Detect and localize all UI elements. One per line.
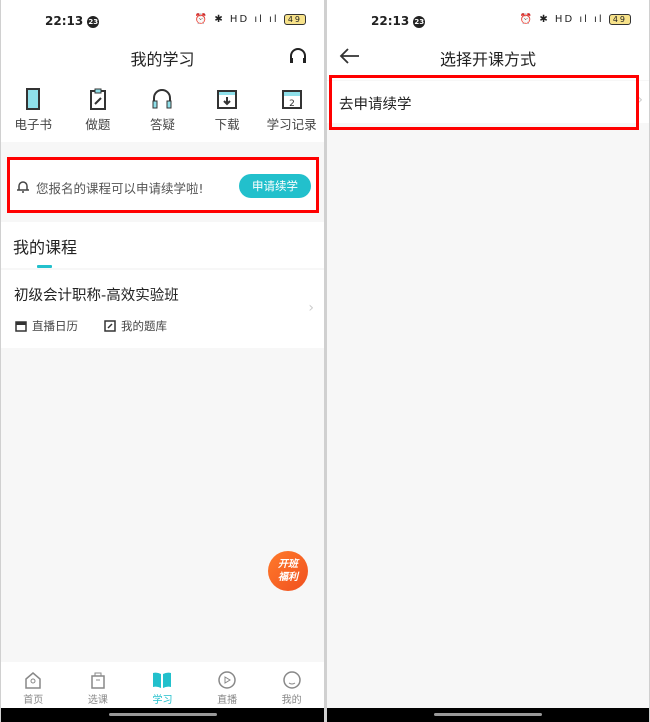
apply-renewal-button[interactable]: 申请续学 [239,174,311,198]
nav-label: 首页 [23,695,44,706]
headset-icon[interactable] [288,47,308,67]
quick-label: 学习记录 [266,117,317,132]
quick-records[interactable]: 2 学习记录 [259,80,324,142]
bell-icon [17,181,29,193]
quick-label: 做题 [85,117,111,132]
link-label: 直播日历 [32,319,78,333]
course-name: 初级会计职称-高效实验班 [14,288,179,304]
status-time: 22:13 23 [371,14,426,28]
clipboard-icon [89,88,106,110]
page-title: 选择开课方式 [439,50,536,69]
signal-icons: ⏰ ✱ HD ıl ıl [519,14,604,25]
renewal-banner: 您报名的课程可以申请续学啦! 申请续学 [7,157,319,213]
battery-icon: 49 [283,14,306,25]
header: 选择开课方式 [327,40,649,80]
smiley-icon [282,671,301,689]
bottom-nav: 首页 选课 学习 直播 我的 [1,662,324,708]
open-book-icon [153,672,172,688]
svg-text:2: 2 [289,99,295,109]
float-line: 开班 [278,559,298,570]
nav-courses[interactable]: 选课 [66,662,131,708]
chevron-right-icon: › [308,300,314,316]
section-title: 我的课程 [13,238,78,257]
battery-icon: 49 [608,14,631,25]
nav-label: 直播 [217,695,238,706]
home-icon [25,672,42,689]
nav-home[interactable]: 首页 [1,662,66,708]
header: 我的学习 [1,40,324,80]
nav-label: 我的 [281,695,302,706]
banner-text: 您报名的课程可以申请续学啦! [36,181,204,196]
quick-qa[interactable]: 答疑 [130,80,195,142]
link-label: 我的题库 [121,319,167,333]
notification-badge: 23 [413,16,426,28]
quick-label: 答疑 [149,117,175,132]
home-indicator[interactable] [108,713,217,716]
quick-actions: 电子书 做题 答疑 下载 2 学习记录 [1,80,324,142]
calendar-icon [15,321,27,332]
quick-label: 下载 [214,117,240,132]
nav-label: 选课 [87,695,108,706]
play-circle-icon [218,671,236,689]
home-indicator[interactable] [434,713,542,716]
quick-download[interactable]: 下载 [195,80,260,142]
class-benefits-button[interactable]: 开班 福利 [268,551,308,591]
calendar-icon: 2 [281,90,302,109]
edit-note-icon [104,320,116,332]
headphones-icon [152,89,172,109]
page-title: 我的学习 [130,50,195,69]
time-text: 22:13 [45,14,84,28]
signal-icons: ⏰ ✱ HD ıl ıl [194,14,279,25]
notification-badge: 23 [87,16,100,28]
live-calendar-link[interactable]: 直播日历 [15,318,78,334]
nav-live[interactable]: 直播 [195,662,260,708]
left-phone-screen: 22:13 23 ⏰ ✱ HD ıl ıl 49 我的学习 电子书 做题 答疑 下… [1,0,324,722]
float-line: 福利 [278,572,298,583]
tab-underline [37,265,52,268]
nav-study[interactable]: 学习 [130,662,195,708]
shopping-bag-icon [91,672,105,689]
home-indicator-bar [1,708,324,722]
highlight-box [329,75,639,130]
status-time: 22:13 23 [45,14,100,28]
ebook-icon [26,88,41,110]
quick-practice[interactable]: 做题 [66,80,131,142]
download-folder-icon [217,90,238,109]
course-card[interactable]: 初级会计职称-高效实验班 直播日历 我的题库 › [1,270,324,348]
nav-me[interactable]: 我的 [259,662,324,708]
home-indicator-bar [327,708,649,722]
time-text: 22:13 [371,14,410,28]
quick-ebook[interactable]: 电子书 [1,80,66,142]
status-icons: ⏰ ✱ HD ıl ıl 49 [195,14,306,25]
my-courses-section: 我的课程 [1,222,324,268]
nav-label: 学习 [152,695,173,706]
status-icons: ⏰ ✱ HD ıl ıl 49 [520,14,631,25]
right-phone-screen: 22:13 23 ⏰ ✱ HD ıl ıl 49 选择开课方式 去申请续学 › [327,0,649,722]
quick-label: 电子书 [14,117,53,132]
status-bar: 22:13 23 ⏰ ✱ HD ıl ıl 49 [327,0,649,40]
question-bank-link[interactable]: 我的题库 [104,318,167,334]
status-bar: 22:13 23 ⏰ ✱ HD ıl ıl 49 [1,0,324,40]
